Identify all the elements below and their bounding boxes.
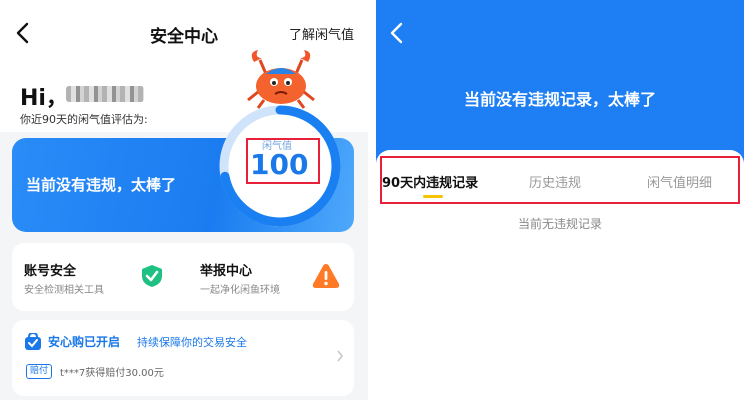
greeting: Hi， <box>20 86 68 111</box>
safe-buy-description: 持续保障你的交易安全 <box>137 336 247 349</box>
violation-records-screen: 当前没有违规记录，太棒了 90天内违规记录 历史违规 闲气值明细 当前无违规记录 <box>376 0 744 400</box>
compensation-text: t***7获得赔付30.00元 <box>60 368 164 379</box>
warning-icon <box>312 264 340 288</box>
highlight-box-tabs <box>380 156 740 204</box>
security-center-screen: 安全中心 了解闲气值 Hi， 你近90天的闲气值评估为: 当前没有违规，太棒了 … <box>0 0 368 400</box>
header-background <box>376 0 744 168</box>
chevron-right-icon[interactable] <box>336 350 344 362</box>
learn-xianqi-link[interactable]: 了解闲气值 <box>289 24 354 43</box>
username-redacted <box>66 86 144 102</box>
status-message: 当前没有违规，太棒了 <box>26 176 177 194</box>
safe-buy-card[interactable] <box>12 320 354 396</box>
no-violation-headline: 当前没有违规记录，太棒了 <box>463 90 656 109</box>
back-arrow-icon[interactable] <box>386 20 410 46</box>
compensation-badge: 赔付 <box>26 364 53 379</box>
account-security-subtitle: 安全检测相关工具 <box>24 285 104 296</box>
crab-mascot-icon <box>247 50 315 109</box>
panel-divider <box>368 0 376 400</box>
report-center-title[interactable]: 举报中心 <box>200 260 252 279</box>
empty-records-text: 当前无违规记录 <box>517 217 602 231</box>
safe-buy-title: 安心购已开启 <box>48 335 121 349</box>
highlight-box-score <box>246 138 320 184</box>
report-center-subtitle: 一起净化闲鱼环境 <box>200 285 280 296</box>
account-security-title[interactable]: 账号安全 <box>24 260 76 279</box>
shield-check-icon <box>142 265 162 287</box>
score-subtitle: 你近90天的闲气值评估为: <box>20 113 148 126</box>
shopping-bag-icon <box>25 333 41 350</box>
